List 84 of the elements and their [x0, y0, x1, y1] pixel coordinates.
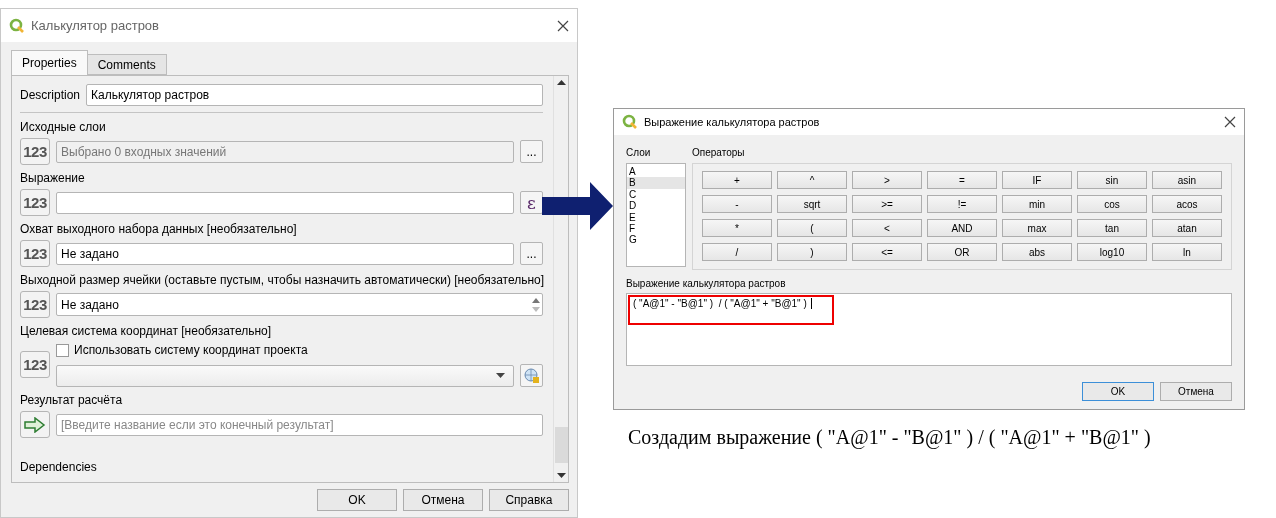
browse-button[interactable]: ...: [520, 242, 543, 265]
operator-button[interactable]: (: [777, 219, 847, 237]
input-field[interactable]: Не задано: [56, 242, 514, 265]
operator-button[interactable]: sqrt: [777, 195, 847, 213]
tab[interactable]: Comments: [86, 54, 167, 75]
globe-icon: [523, 367, 540, 384]
expression-text: ( "A@1" - "B@1" ) / ( "A@1" + "B@1" ): [631, 298, 812, 309]
caption: Создадим выражение ( "A@1" - "B@1" ) / ( "A@1" + "B@1" ): [628, 426, 1152, 449]
checkbox[interactable]: [56, 343, 69, 357]
layer-item[interactable]: B: [627, 177, 685, 189]
operator-button[interactable]: cos: [1077, 195, 1147, 213]
scrollbar-thumb[interactable]: [554, 427, 568, 463]
layer-item[interactable]: E: [627, 211, 685, 224]
value-source-button[interactable]: 123: [20, 351, 50, 378]
operator-button[interactable]: >=: [852, 195, 922, 213]
arrow-icon: [542, 180, 614, 232]
operator-button[interactable]: =: [927, 171, 997, 189]
operator-button[interactable]: >: [852, 171, 922, 189]
layers-list[interactable]: A B C D E F G: [626, 163, 686, 267]
dialog-button[interactable]: OK: [1082, 382, 1154, 401]
operator-button[interactable]: sin: [1077, 171, 1147, 189]
close-icon[interactable]: [557, 19, 569, 32]
operator-button[interactable]: log10: [1077, 243, 1147, 261]
operator-button[interactable]: ln: [1152, 243, 1222, 261]
expression-field[interactable]: [56, 191, 514, 214]
app-logo-icon: [9, 17, 25, 34]
close-icon[interactable]: [1224, 116, 1236, 128]
section-label: Dependencies: [20, 459, 98, 475]
layer-item[interactable]: A: [627, 166, 685, 178]
layer-item[interactable]: C: [627, 188, 685, 201]
spin-field[interactable]: Не задано: [56, 293, 543, 316]
checkbox-label: Использовать систему координат проекта: [74, 342, 308, 358]
operators-label: Операторы: [692, 147, 746, 158]
operator-button[interactable]: IF: [1002, 171, 1072, 189]
value-source-button[interactable]: 123: [20, 291, 50, 318]
dialog-button[interactable]: OK: [317, 489, 397, 511]
dropdown-caret-icon: [496, 373, 505, 378]
parameter-label: Результат расчёта: [20, 392, 124, 408]
value-source-button[interactable]: 123: [20, 240, 50, 267]
operator-button[interactable]: acos: [1152, 195, 1222, 213]
operator-button[interactable]: tan: [1077, 219, 1147, 237]
output-name-field[interactable]: [Введите название если это конечный результат]: [56, 413, 543, 436]
operator-button[interactable]: asin: [1152, 171, 1222, 189]
parameter-label: Охват выходного набора данных [необязательно]: [20, 221, 298, 237]
parameter-label: Выходной размер ячейки (оставьте пустым, чтобы назначить автоматически) [необязательно]: [20, 272, 543, 288]
description-field[interactable]: Калькулятор растров: [86, 84, 543, 106]
operator-button[interactable]: abs: [1002, 243, 1072, 261]
dialog-button[interactable]: Справка: [489, 489, 569, 511]
parameter-label: Целевая система координат [необязательно]: [20, 323, 273, 339]
layers-label: Слои: [626, 147, 652, 158]
layer-item[interactable]: D: [627, 200, 685, 212]
operator-button[interactable]: OR: [927, 243, 997, 261]
scroll-down-icon[interactable]: [556, 473, 566, 478]
operator-button[interactable]: /: [702, 243, 772, 261]
layer-item[interactable]: G: [627, 234, 685, 246]
operator-button[interactable]: -: [702, 195, 772, 213]
scroll-up-icon[interactable]: [556, 80, 566, 85]
operator-button[interactable]: AND: [927, 219, 997, 237]
crs-select-button[interactable]: [520, 364, 543, 387]
layer-item[interactable]: F: [627, 223, 685, 235]
operator-button[interactable]: atan: [1152, 219, 1222, 237]
scrollbar[interactable]: [553, 76, 568, 482]
operator-button[interactable]: ): [777, 243, 847, 261]
dialog-button[interactable]: Отмена: [1160, 382, 1232, 401]
expression-field[interactable]: ( "A@1" - "B@1" ) / ( "A@1" + "B@1" ): [626, 293, 1232, 366]
operator-button[interactable]: <: [852, 219, 922, 237]
value-source-button[interactable]: 123: [20, 189, 50, 216]
expression-label: Выражение калькулятора растров: [626, 278, 787, 289]
operator-button[interactable]: ^: [777, 171, 847, 189]
dialog-button[interactable]: Отмена: [403, 489, 483, 511]
app-logo-icon: [622, 114, 638, 130]
expression-builder-button[interactable]: ε: [520, 191, 543, 214]
window-title: Калькулятор растров: [31, 18, 160, 33]
operator-button[interactable]: <=: [852, 243, 922, 261]
tab[interactable]: Properties: [11, 50, 88, 75]
operator-button[interactable]: !=: [927, 195, 997, 213]
operator-button[interactable]: +: [702, 171, 772, 189]
window-title: Выражение калькулятора растров: [644, 116, 821, 128]
description-label: Description: [20, 87, 81, 103]
operator-button[interactable]: max: [1002, 219, 1072, 237]
parameter-label: Выражение: [20, 170, 86, 186]
operator-button[interactable]: *: [702, 219, 772, 237]
parameter-label: Исходные слои: [20, 119, 107, 135]
operator-button[interactable]: min: [1002, 195, 1072, 213]
